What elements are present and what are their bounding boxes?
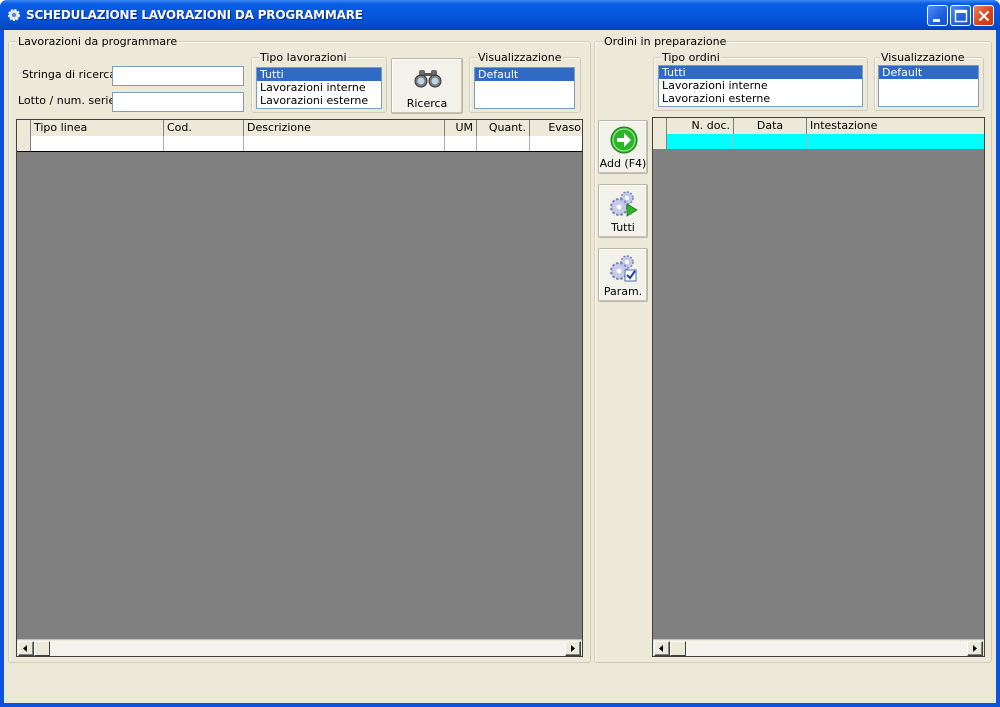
right-grid-header: N. doc. Data Intestazione [653,118,984,134]
row-selector[interactable] [17,136,31,151]
order-type-item-external[interactable]: Lavorazioni esterne [659,92,862,105]
order-type-item-internal[interactable]: Lavorazioni interne [659,79,862,92]
lot-label: Lotto / num. serie : [18,94,123,107]
lot-input[interactable] [112,92,244,112]
col-tipo-linea[interactable]: Tipo linea [31,120,164,136]
maximize-button[interactable] [950,5,971,26]
type-item-external[interactable]: Lavorazioni esterne [257,94,381,107]
table-cell[interactable] [477,136,530,151]
scroll-track[interactable] [50,641,565,656]
arrow-left-icon [659,645,663,652]
order-view-listbox[interactable]: Default [878,65,979,107]
table-cell[interactable] [164,136,244,151]
left-grid-hscrollbar[interactable] [17,639,582,656]
arrow-right-icon [973,645,977,652]
scroll-track[interactable] [686,641,967,656]
close-button[interactable] [973,5,994,26]
arrow-right-icon [571,645,575,652]
search-input[interactable] [112,66,244,86]
view-group-label: Visualizzazione [477,51,563,64]
type-listbox[interactable]: Tutti Lavorazioni interne Lavorazioni es… [256,67,382,109]
scroll-left-button[interactable] [654,641,670,656]
table-cell[interactable] [445,136,477,151]
order-type-item-all[interactable]: Tutti [659,66,862,79]
order-view-group-label: Visualizzazione [880,51,966,64]
scroll-right-button[interactable] [565,641,581,656]
col-intestazione[interactable]: Intestazione [807,118,984,134]
row-selector[interactable] [653,134,667,149]
table-cell[interactable] [530,136,582,151]
search-label: Stringa di ricerca : [22,68,124,81]
left-group-label: Lavorazioni da programmare [17,35,179,48]
view-item-default[interactable]: Default [475,68,574,81]
type-item-all[interactable]: Tutti [257,68,381,81]
window-client-area: Lavorazioni da programmare Stringa di ri… [4,30,996,703]
window-title: SCHEDULAZIONE LAVORAZIONI DA PROGRAMMARE [26,8,363,22]
col-um[interactable]: UM [445,120,477,136]
right-grid-hscrollbar[interactable] [653,639,984,656]
right-grid-corner [653,118,667,134]
type-group-label: Tipo lavorazioni [259,51,348,64]
search-button-label: Ricerca [406,97,448,110]
left-grid[interactable]: Tipo linea Cod. Descrizione UM Quant. Ev… [16,119,583,657]
order-type-group-label: Tipo ordini [661,51,721,64]
table-cell[interactable] [244,136,445,151]
binoculars-icon [414,70,442,88]
left-grid-corner [17,120,31,136]
right-group-label: Ordini in preparazione [603,35,728,48]
title-bar[interactable]: SCHEDULAZIONE LAVORAZIONI DA PROGRAMMARE [0,0,1000,30]
col-quant[interactable]: Quant. [477,120,530,136]
close-icon [978,10,990,22]
col-descrizione[interactable]: Descrizione [244,120,445,136]
scroll-left-button[interactable] [18,641,34,656]
app-window: SCHEDULAZIONE LAVORAZIONI DA PROGRAMMARE… [0,0,1000,707]
maximize-icon [954,9,968,23]
left-grid-header: Tipo linea Cod. Descrizione UM Quant. Ev… [17,120,582,136]
minimize-icon [933,19,940,22]
scroll-right-button[interactable] [967,641,983,656]
order-view-item-default[interactable]: Default [879,66,978,79]
minimize-button[interactable] [927,5,948,26]
table-row[interactable] [653,134,984,150]
gear-icon [8,9,20,21]
view-listbox[interactable]: Default [474,67,575,109]
right-grid[interactable]: N. doc. Data Intestazione [652,117,985,657]
col-evaso[interactable]: Evaso [530,120,582,136]
table-cell[interactable] [734,134,807,149]
table-cell[interactable] [31,136,164,151]
order-type-listbox[interactable]: Tutti Lavorazioni interne Lavorazioni es… [658,65,863,107]
table-cell[interactable] [667,134,734,149]
table-row[interactable] [17,136,582,152]
type-item-internal[interactable]: Lavorazioni interne [257,81,381,94]
scroll-thumb[interactable] [670,641,686,656]
col-data[interactable]: Data [734,118,807,134]
arrow-left-icon [23,645,27,652]
table-cell[interactable] [807,134,984,149]
search-button[interactable]: Ricerca [391,58,463,114]
scroll-thumb[interactable] [34,641,50,656]
col-cod[interactable]: Cod. [164,120,244,136]
col-n-doc[interactable]: N. doc. [667,118,734,134]
